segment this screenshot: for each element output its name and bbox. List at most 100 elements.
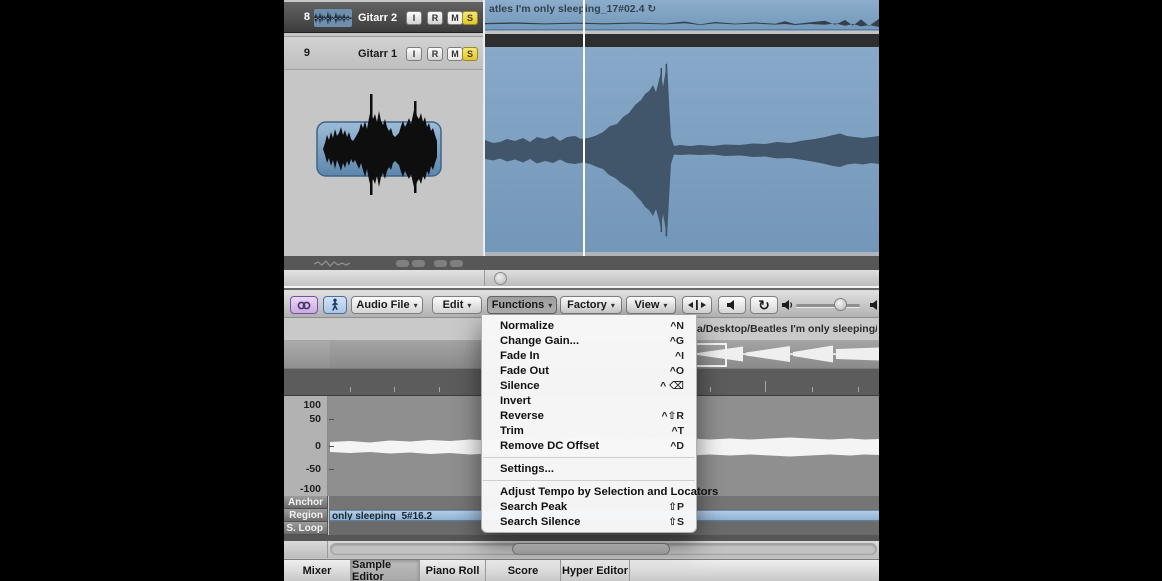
track9-record-button[interactable]: R [427, 47, 443, 61]
scale-dash [329, 469, 334, 470]
overview-selection-box[interactable] [693, 343, 727, 367]
tab-mixer[interactable]: Mixer [284, 560, 351, 581]
menu-item-search-silence[interactable]: Search Silence⇧S [482, 514, 696, 529]
dragged-region-thumbnail[interactable] [315, 88, 445, 195]
tab-hyper-editor[interactable]: Hyper Editor [561, 560, 630, 581]
screen: 8 Gitarr 2 I R M S 9 Gitarr 1 I R M S [0, 0, 1162, 581]
menu-button-edit[interactable]: Edit▾ [432, 296, 482, 314]
anchor-label: Anchor [284, 496, 328, 509]
waveform-zoom-icon [688, 300, 706, 310]
track-row-9[interactable]: 9 Gitarr 1 I R M S [284, 36, 485, 70]
track8-input-button[interactable]: I [406, 11, 422, 25]
ruler-tick [394, 387, 395, 392]
ruler-tick-major [765, 381, 766, 392]
track9-mute-button[interactable]: M [447, 47, 463, 61]
ruler-tick [858, 387, 859, 392]
menu-separator [483, 480, 695, 481]
ruler-tick [439, 387, 440, 392]
region-header-strip [485, 34, 879, 47]
region-mini-waveform [485, 16, 879, 30]
menu-item-search-peak[interactable]: Search Peak⇧P [482, 499, 696, 514]
menu-item-adjust-tempo[interactable]: Adjust Tempo by Selection and Locators [482, 484, 696, 499]
playhead[interactable] [583, 0, 585, 256]
volume-speaker-icon [782, 299, 794, 311]
functions-menu: Normalize^N Change Gain...^G Fade In^I F… [481, 315, 697, 533]
deco-pill [396, 260, 409, 267]
menu-button-audio-file[interactable]: Audio File▾ [351, 296, 423, 314]
vertical-zoom-button[interactable] [682, 296, 712, 314]
deco-pill [412, 260, 425, 267]
track-waveform-thumb-icon [314, 6, 352, 30]
track8-mute-button[interactable]: M [447, 11, 463, 25]
menu-button-factory[interactable]: Factory▾ [560, 296, 622, 314]
audio-region-large[interactable] [485, 47, 879, 252]
chevron-down-icon: ▾ [611, 301, 615, 310]
walking-man-icon [330, 298, 340, 312]
scale-label: 100 [303, 399, 321, 411]
menu-item-fade-in[interactable]: Fade In^I [482, 348, 696, 363]
track9-input-button[interactable]: I [406, 47, 422, 61]
collapsed-track-strip [284, 256, 879, 270]
menu-item-silence[interactable]: Silence^ ⌫ [482, 378, 696, 393]
region-loop-icon: ↻ [647, 3, 656, 15]
track8-solo-button[interactable]: S [462, 11, 478, 25]
ruler-tick [710, 387, 711, 392]
scale-label: 50 [309, 413, 321, 425]
tab-score[interactable]: Score [486, 560, 561, 581]
menu-item-settings[interactable]: Settings... [482, 461, 696, 476]
cycle-icon: ↻ [758, 297, 770, 314]
deco-pill [450, 260, 463, 267]
editor-hscrollbar-thumb[interactable] [512, 543, 670, 555]
amplitude-scale-panel: 100 50 0 -50 -100 [284, 396, 328, 496]
menu-item-trim[interactable]: Trim^T [482, 423, 696, 438]
menu-item-normalize[interactable]: Normalize^N [482, 318, 696, 333]
audio-region-top[interactable]: atles I'm only sleeping_17#02.4 ↻ [485, 0, 879, 30]
deco-pill [434, 260, 447, 267]
region-waveform [485, 47, 879, 252]
menu-item-reverse[interactable]: Reverse^⇧R [482, 408, 696, 423]
link-button[interactable] [290, 296, 318, 314]
track-row-8[interactable]: 8 Gitarr 2 I R M S [284, 2, 485, 33]
scale-label: -100 [300, 483, 321, 495]
logic-window-strip: 8 Gitarr 2 I R M S 9 Gitarr 1 I R M S [284, 0, 879, 581]
ruler-tick [812, 387, 813, 392]
volume-slider-thumb[interactable] [834, 298, 847, 311]
menu-item-fade-out[interactable]: Fade Out^O [482, 363, 696, 378]
track-name: Gitarr 2 [358, 12, 397, 24]
menu-button-view[interactable]: View▾ [626, 296, 676, 314]
menu-item-invert[interactable]: Invert [482, 393, 696, 408]
menu-button-functions[interactable]: Functions▾ [487, 296, 557, 314]
link-icon [296, 300, 312, 311]
prelisten-button[interactable] [718, 296, 746, 314]
volume-max-speaker-icon [870, 299, 879, 311]
region-name: atles I'm only sleeping_17#02.4 ↻ [489, 3, 656, 15]
arrange-hscrollbar-left-box [284, 270, 485, 286]
region-label: Region [284, 509, 328, 522]
track-number: 9 [290, 47, 310, 59]
tracklist-divider[interactable] [483, 0, 485, 256]
track9-solo-button[interactable]: S [462, 47, 478, 61]
menu-item-change-gain[interactable]: Change Gain...^G [482, 333, 696, 348]
catch-playhead-button[interactable] [323, 296, 347, 314]
mini-waveform-deco-icon [314, 259, 350, 268]
chevron-down-icon: ▾ [663, 301, 667, 310]
scale-dash [329, 446, 334, 447]
tab-piano-roll[interactable]: Piano Roll [420, 560, 486, 581]
tab-sample-editor[interactable]: Sample Editor [351, 560, 420, 581]
chevron-down-icon: ▾ [548, 301, 552, 310]
track-list: 8 Gitarr 2 I R M S 9 Gitarr 1 I R M S [284, 0, 485, 256]
arrange-content[interactable]: atles I'm only sleeping_17#02.4 ↻ [485, 0, 879, 256]
cycle-button[interactable]: ↻ [750, 296, 778, 314]
editor-hscrollbar[interactable] [284, 541, 879, 558]
chevron-down-icon: ▾ [414, 301, 418, 310]
chevron-down-icon: ▾ [467, 301, 471, 310]
menu-item-remove-dc-offset[interactable]: Remove DC Offset^D [482, 438, 696, 453]
ruler-tick [350, 387, 351, 392]
arrange-hscrollbar-thumb[interactable] [494, 272, 507, 285]
speaker-icon [726, 299, 738, 311]
track-name: Gitarr 1 [358, 48, 397, 60]
volume-slider-track[interactable] [796, 304, 860, 307]
menu-separator [483, 457, 695, 458]
track-number: 8 [290, 11, 310, 23]
track8-record-button[interactable]: R [427, 11, 443, 25]
